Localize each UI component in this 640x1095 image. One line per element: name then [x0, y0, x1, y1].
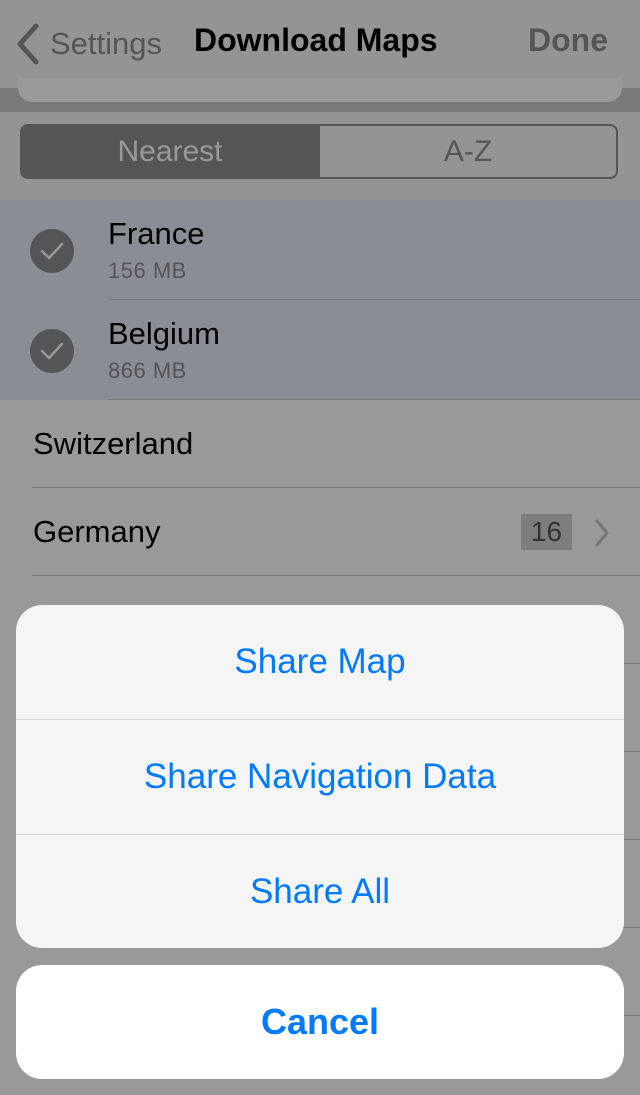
share-navigation-data-button[interactable]: Share Navigation Data: [16, 720, 624, 835]
share-map-button[interactable]: Share Map: [16, 605, 624, 720]
share-all-button[interactable]: Share All: [16, 835, 624, 948]
action-sheet: Share Map Share Navigation Data Share Al…: [16, 605, 624, 948]
cancel-button[interactable]: Cancel: [16, 965, 624, 1079]
